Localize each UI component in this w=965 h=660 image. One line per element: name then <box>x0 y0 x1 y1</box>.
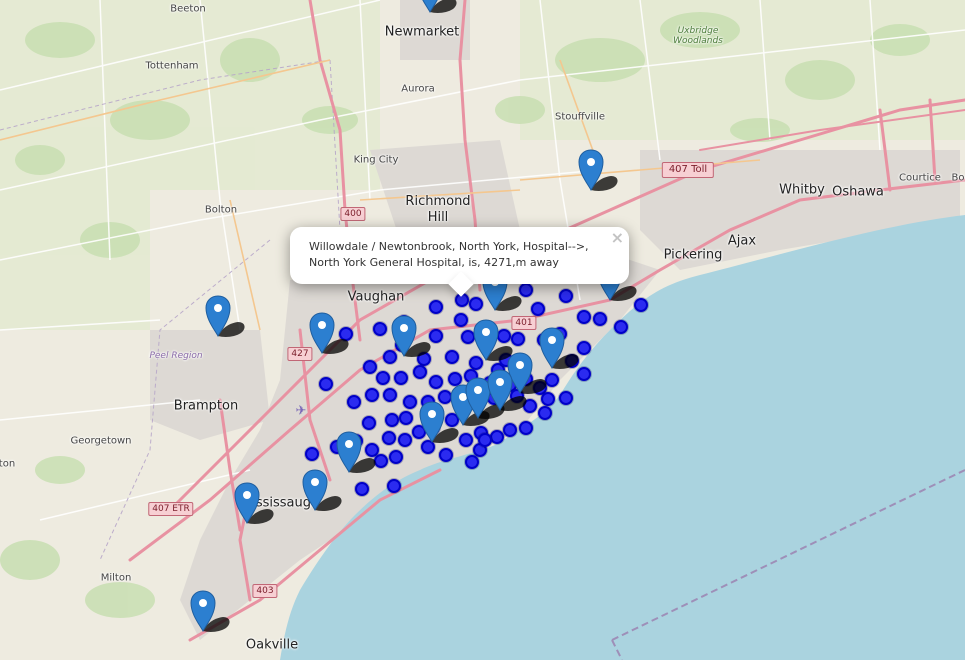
highway-400-shield: 400 <box>340 207 366 221</box>
place-uxbridge-woodlands: Uxbridge Woodlands <box>673 26 723 46</box>
map-marker-icon[interactable] <box>336 431 376 474</box>
place-milton: Milton <box>100 572 132 584</box>
circle-marker[interactable] <box>531 302 545 316</box>
circle-marker[interactable] <box>538 406 552 420</box>
place-courtice: Courtice <box>899 172 941 184</box>
place-tottenham: Tottenham <box>145 60 199 72</box>
circle-marker[interactable] <box>478 433 492 447</box>
map-marker-icon[interactable] <box>234 482 274 525</box>
circle-marker[interactable] <box>439 448 453 462</box>
circle-marker[interactable] <box>559 391 573 405</box>
circle-marker[interactable] <box>577 341 591 355</box>
popup-line-1: Willowdale / Newtonbrook, North York, Ho… <box>309 240 589 253</box>
circle-marker[interactable] <box>403 395 417 409</box>
circle-marker[interactable] <box>376 371 390 385</box>
highway-407-toll-shield: 407 Toll <box>661 162 715 178</box>
map-marker-icon[interactable] <box>302 469 342 512</box>
circle-marker[interactable] <box>394 371 408 385</box>
place-oakville: Oakville <box>245 637 299 653</box>
circle-marker[interactable] <box>399 411 413 425</box>
map-marker-icon[interactable] <box>190 590 230 633</box>
place-vaughan: Vaughan <box>347 289 405 305</box>
circle-marker[interactable] <box>545 373 559 387</box>
circle-marker[interactable] <box>305 447 319 461</box>
circle-marker[interactable] <box>413 365 427 379</box>
highway-407-etr-shield: 407 ETR <box>148 502 194 516</box>
circle-marker[interactable] <box>469 297 483 311</box>
circle-marker[interactable] <box>541 392 555 406</box>
circle-marker[interactable] <box>511 332 525 346</box>
place-pickering: Pickering <box>663 247 723 263</box>
place-bolton: Bolton <box>204 204 238 216</box>
place-peel-region: Peel Region <box>149 351 203 361</box>
circle-marker[interactable] <box>355 482 369 496</box>
circle-marker[interactable] <box>389 450 403 464</box>
circle-marker[interactable] <box>385 413 399 427</box>
place-beeton: Beeton <box>170 3 206 15</box>
place-georgetown: Georgetown <box>70 435 132 447</box>
popup-line-2: North York General Hospital, is, 4271,m … <box>309 256 559 269</box>
circle-marker[interactable] <box>429 329 443 343</box>
circle-marker[interactable] <box>577 310 591 324</box>
circle-marker[interactable] <box>374 454 388 468</box>
popup-content: Willowdale / Newtonbrook, North York, Ho… <box>290 227 629 271</box>
place-stouffville: Stouffville <box>554 111 606 123</box>
circle-marker[interactable] <box>347 395 361 409</box>
circle-marker[interactable] <box>593 312 607 326</box>
circle-marker[interactable] <box>503 423 517 437</box>
circle-marker[interactable] <box>465 455 479 469</box>
circle-marker[interactable] <box>383 388 397 402</box>
airport-icon: ✈ <box>295 403 307 419</box>
highway-401-shield: 401 <box>511 316 537 330</box>
place-bo: Bo <box>951 172 965 184</box>
place-whitby: Whitby <box>779 182 825 198</box>
place-oshawa: Oshawa <box>832 184 884 200</box>
map-marker-icon[interactable] <box>417 0 457 14</box>
circle-marker[interactable] <box>319 377 333 391</box>
circle-marker[interactable] <box>459 433 473 447</box>
map-marker-icon[interactable] <box>487 369 527 412</box>
circle-marker[interactable] <box>614 320 628 334</box>
hospital-popup: × Willowdale / Newtonbrook, North York, … <box>290 227 629 297</box>
place-brampton: Brampton <box>173 398 239 414</box>
place-richmond-hill: Richmond Hill <box>405 194 471 225</box>
place-ton: ton <box>0 458 16 470</box>
circle-marker[interactable] <box>373 322 387 336</box>
circle-marker[interactable] <box>490 430 504 444</box>
place-ajax: Ajax <box>727 233 757 249</box>
circle-marker[interactable] <box>363 360 377 374</box>
place-newmarket: Newmarket <box>384 24 460 40</box>
circle-marker[interactable] <box>382 431 396 445</box>
map-canvas[interactable]: Beeton Newmarket Tottenham Uxbridge Wood… <box>0 0 965 660</box>
circle-marker[interactable] <box>559 289 573 303</box>
circle-marker[interactable] <box>519 421 533 435</box>
circle-marker[interactable] <box>429 300 443 314</box>
highway-403-shield: 403 <box>252 584 278 598</box>
map-marker-icon[interactable] <box>391 315 431 358</box>
map-marker-icon[interactable] <box>578 149 618 192</box>
popup-close-button[interactable]: × <box>611 228 624 247</box>
circle-marker[interactable] <box>398 433 412 447</box>
map-marker-icon[interactable] <box>309 312 349 355</box>
circle-marker[interactable] <box>429 375 443 389</box>
circle-marker[interactable] <box>365 388 379 402</box>
circle-marker[interactable] <box>577 367 591 381</box>
circle-marker[interactable] <box>445 350 459 364</box>
place-king-city: King City <box>353 154 399 166</box>
place-aurora: Aurora <box>401 83 435 95</box>
map-marker-icon[interactable] <box>205 295 245 338</box>
circle-marker[interactable] <box>454 313 468 327</box>
circle-marker[interactable] <box>387 479 401 493</box>
map-marker-icon[interactable] <box>419 401 459 444</box>
circle-marker[interactable] <box>362 416 376 430</box>
